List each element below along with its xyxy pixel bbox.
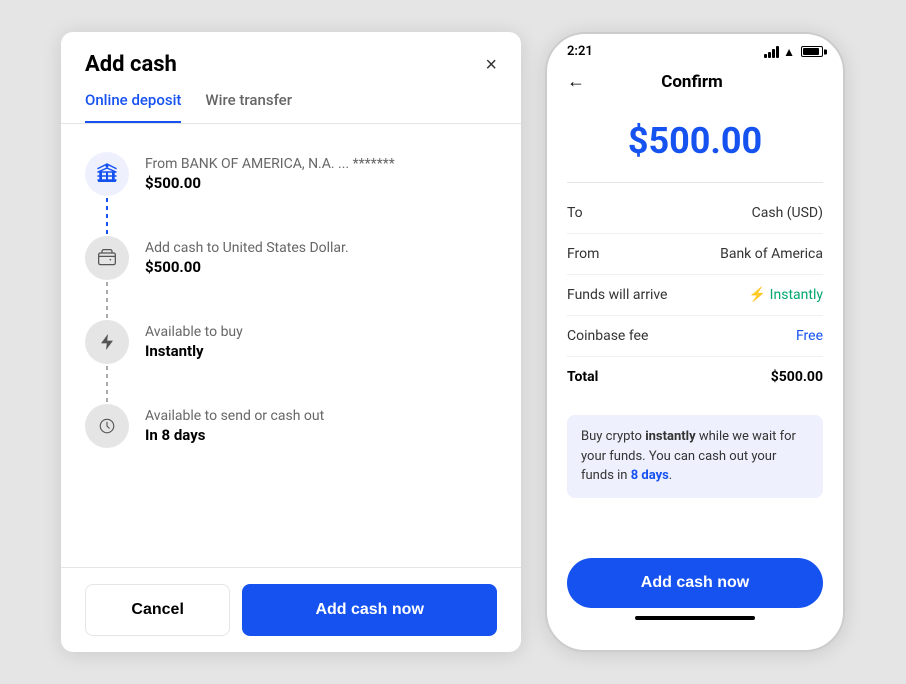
step-bolt: Available to buy Instantly [85, 320, 497, 404]
status-bar: 2:21 ▲ [547, 34, 843, 65]
row-from-label: From [567, 246, 599, 262]
confirm-title: Confirm [661, 72, 723, 92]
row-to: To Cash (USD) [567, 193, 823, 234]
info-box: Buy crypto instantly while we wait for y… [567, 415, 823, 498]
row-funds-arrive: Funds will arrive ⚡ Instantly [567, 275, 823, 316]
step-bank-label: From BANK OF AMERICA, N.A. ... ******* [145, 156, 395, 172]
steps-container: From BANK OF AMERICA, N.A. ... ******* $… [61, 124, 521, 567]
step-bolt-value: Instantly [145, 342, 243, 360]
step-clock-value: In 8 days [145, 426, 324, 444]
close-button[interactable]: × [485, 55, 497, 75]
tab-wire-transfer[interactable]: Wire transfer [205, 91, 292, 123]
row-fee-label: Coinbase fee [567, 328, 648, 344]
clock-icon [85, 404, 129, 448]
modal-header: Add cash × [61, 32, 521, 77]
add-cash-modal: Add cash × Online deposit Wire transfer [61, 32, 521, 652]
status-time: 2:21 [567, 44, 593, 59]
tab-online-deposit[interactable]: Online deposit [85, 91, 181, 123]
battery-icon [801, 46, 823, 57]
phone-nav-bar: ← Confirm [547, 65, 843, 104]
connector-1 [106, 198, 108, 234]
step-wallet-value: $500.00 [145, 258, 349, 276]
connector-2 [106, 282, 108, 318]
row-total-label: Total [567, 369, 598, 385]
step-bank: From BANK OF AMERICA, N.A. ... ******* $… [85, 152, 497, 236]
cancel-button[interactable]: Cancel [85, 584, 230, 636]
signal-icon [764, 46, 779, 58]
phone-footer: Add cash now [547, 506, 843, 651]
status-icons: ▲ [764, 45, 823, 59]
modal-title: Add cash [85, 52, 177, 77]
row-from-value: Bank of America [720, 246, 823, 262]
confirm-rows: To Cash (USD) From Bank of America Funds… [547, 183, 843, 407]
tab-bar: Online deposit Wire transfer [61, 77, 521, 124]
step-clock: Available to send or cash out In 8 days [85, 404, 497, 464]
bank-icon [85, 152, 129, 196]
step-bolt-label: Available to buy [145, 324, 243, 340]
step-bank-value: $500.00 [145, 174, 395, 192]
row-funds-value: ⚡ Instantly [749, 287, 823, 303]
phone-add-cash-button[interactable]: Add cash now [567, 558, 823, 608]
row-from: From Bank of America [567, 234, 823, 275]
phone-mockup: 2:21 ▲ ← Confirm $500.00 To Cash (USD) F… [545, 32, 845, 652]
connector-3 [106, 366, 108, 402]
row-total: Total $500.00 [567, 357, 823, 397]
wifi-icon: ▲ [783, 45, 795, 59]
confirm-amount: $500.00 [547, 104, 843, 182]
step-clock-label: Available to send or cash out [145, 408, 324, 424]
step-wallet-label: Add cash to United States Dollar. [145, 240, 349, 256]
wallet-icon [85, 236, 129, 280]
row-to-label: To [567, 205, 583, 221]
step-wallet: Add cash to United States Dollar. $500.0… [85, 236, 497, 320]
home-indicator [635, 616, 755, 620]
row-fee-value: Free [796, 328, 823, 344]
modal-footer: Cancel Add cash now [61, 567, 521, 652]
row-funds-label: Funds will arrive [567, 287, 667, 303]
row-to-value: Cash (USD) [752, 205, 823, 221]
lightning-icon [85, 320, 129, 364]
row-total-value: $500.00 [771, 369, 823, 385]
back-button[interactable]: ← [567, 71, 585, 92]
add-cash-button[interactable]: Add cash now [242, 584, 497, 636]
row-fee: Coinbase fee Free [567, 316, 823, 357]
